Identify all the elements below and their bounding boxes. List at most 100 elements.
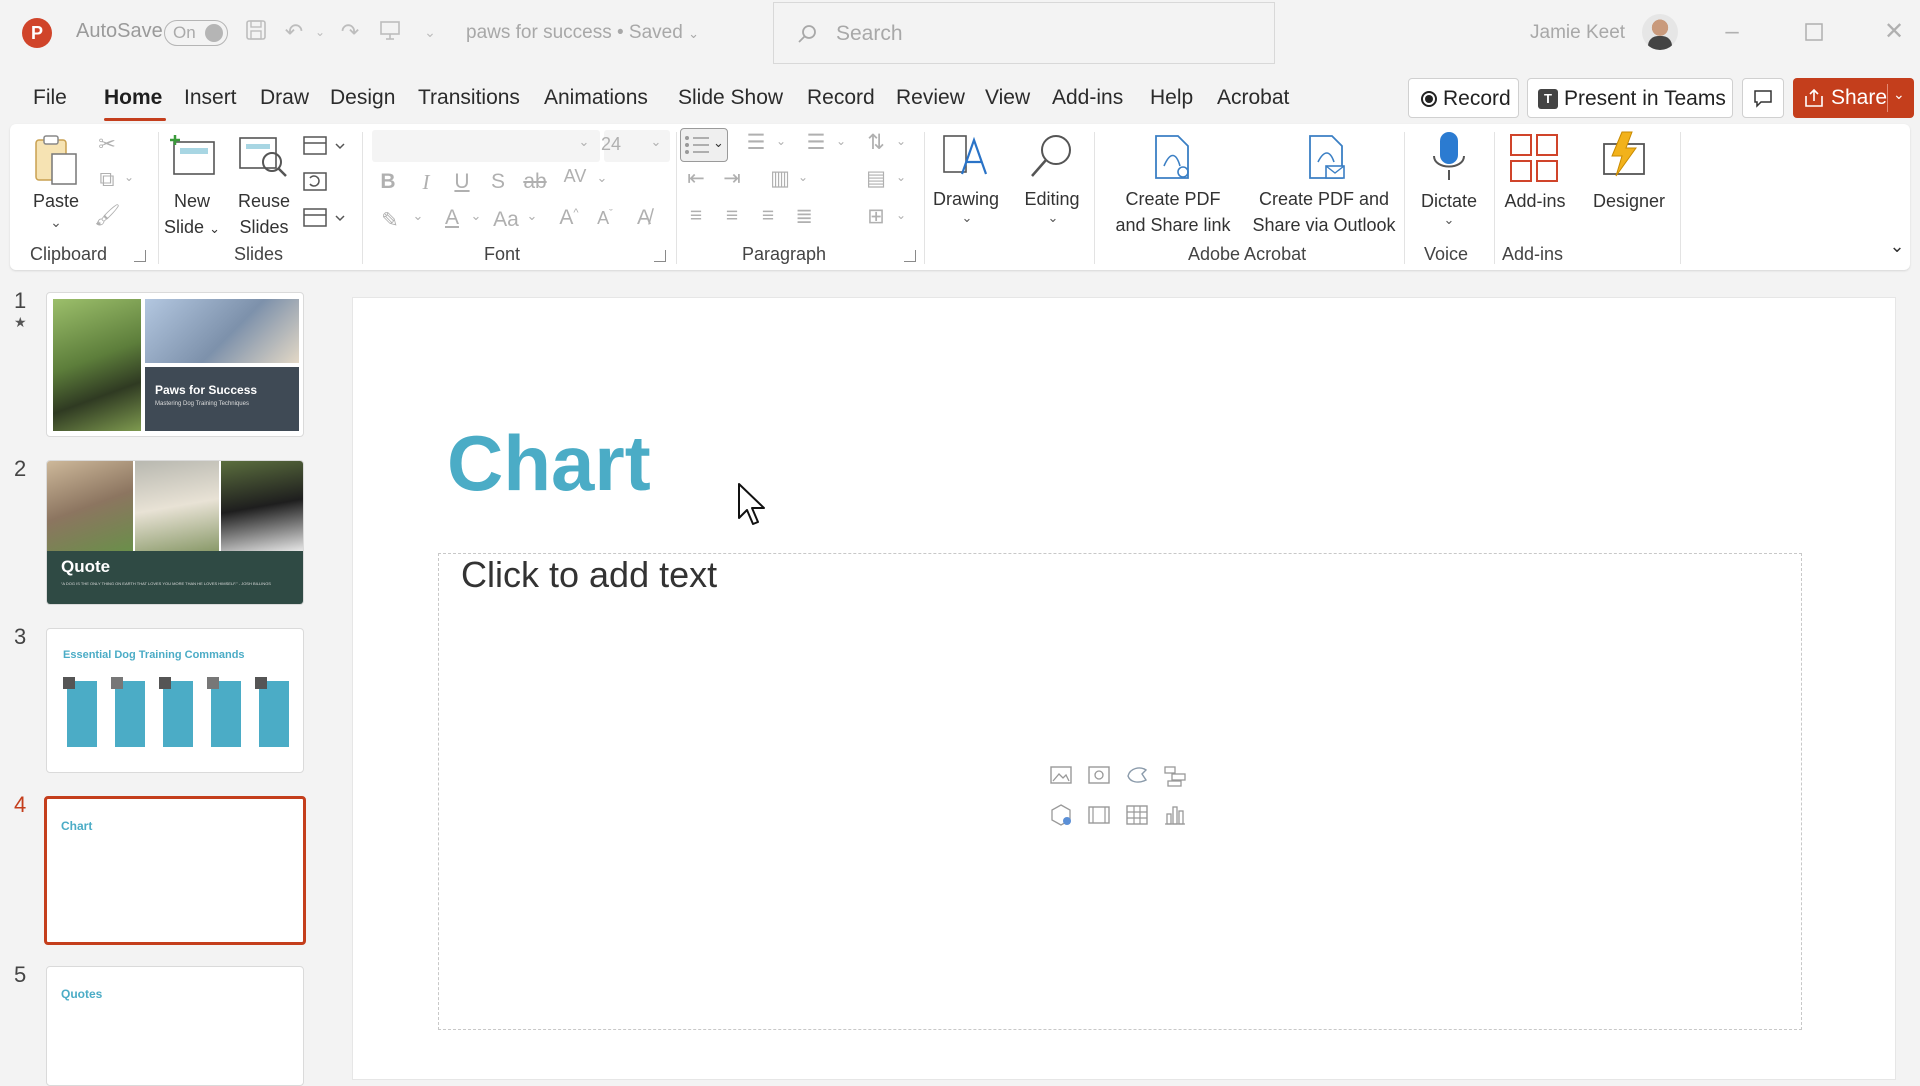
designer-label[interactable]: Designer <box>1586 188 1672 214</box>
avatar[interactable] <box>1642 14 1678 50</box>
tab-help[interactable]: Help <box>1150 86 1193 110</box>
tab-record[interactable]: Record <box>807 86 875 110</box>
editing-dropdown-icon[interactable]: ⌄ <box>1044 210 1062 226</box>
tab-slide-show[interactable]: Slide Show <box>678 86 783 110</box>
insert-3d-model-icon[interactable] <box>1048 802 1074 828</box>
tab-file[interactable]: File <box>33 86 67 110</box>
document-title[interactable]: paws for success • Saved ⌄ <box>466 22 699 44</box>
highlight-icon[interactable]: ✎ <box>376 208 404 233</box>
paste-button-label[interactable]: Paste <box>28 188 84 214</box>
paste-dropdown-icon[interactable]: ⌄ <box>46 214 66 231</box>
font-launcher-icon[interactable] <box>654 250 666 262</box>
line-spacing-dropdown-icon[interactable]: ⌄ <box>834 134 848 148</box>
align-text-icon[interactable]: ▤ <box>862 166 890 191</box>
tab-transitions[interactable]: Transitions <box>418 86 520 110</box>
autosave-toggle[interactable]: On <box>164 20 228 46</box>
strikethrough-icon[interactable]: ab <box>522 170 548 194</box>
copy-dropdown-icon[interactable]: ⌄ <box>122 170 136 184</box>
justify-icon[interactable]: ≣ <box>790 204 818 229</box>
minimize-icon[interactable]: – <box>1712 14 1752 50</box>
tab-draw[interactable]: Draw <box>260 86 309 110</box>
bold-icon[interactable]: B <box>376 170 400 194</box>
font-family-select[interactable] <box>372 130 600 162</box>
slide-thumbnail-1[interactable]: Paws for Success Mastering Dog Training … <box>46 292 304 437</box>
slide-thumbnail-4[interactable]: Chart <box>44 796 306 945</box>
increase-indent-icon[interactable]: ⇥ <box>718 166 746 191</box>
new-slide-label[interactable]: New Slide ⌄ <box>162 188 222 242</box>
align-right-icon[interactable]: ≡ <box>754 204 782 228</box>
font-color-icon[interactable]: A <box>438 206 466 230</box>
numbering-dropdown-icon[interactable]: ⌄ <box>774 134 788 148</box>
slide-thumbnail-3[interactable]: Essential Dog Training Commands <box>46 628 304 773</box>
drawing-icon[interactable] <box>940 130 992 182</box>
tab-home[interactable]: Home <box>104 86 162 110</box>
user-name[interactable]: Jamie Keet <box>1530 22 1625 44</box>
tab-review[interactable]: Review <box>896 86 965 110</box>
cut-icon[interactable]: ✂ <box>94 132 120 157</box>
drawing-dropdown-icon[interactable]: ⌄ <box>958 210 976 226</box>
insert-chart-icon[interactable] <box>1162 802 1188 828</box>
paste-icon[interactable] <box>30 132 82 188</box>
insert-icons-icon[interactable] <box>1124 762 1150 788</box>
editing-icon[interactable] <box>1026 130 1078 182</box>
font-color-dropdown-icon[interactable]: ⌄ <box>468 208 484 224</box>
slide-canvas[interactable]: Chart Click to add text <box>352 297 1896 1080</box>
tab-insert[interactable]: Insert <box>184 86 237 110</box>
text-direction-icon[interactable]: ⇅ <box>862 130 890 155</box>
drawing-label[interactable]: Drawing <box>928 186 1004 212</box>
font-size-dropdown-icon[interactable]: ⌄ <box>646 134 666 150</box>
text-direction-dropdown-icon[interactable]: ⌄ <box>894 134 908 148</box>
comments-button[interactable] <box>1742 78 1784 118</box>
insert-smartart-icon[interactable] <box>1162 762 1188 788</box>
dictate-label[interactable]: Dictate <box>1412 188 1486 214</box>
insert-picture-icon[interactable] <box>1048 762 1074 788</box>
slide-title[interactable]: Chart <box>447 418 651 509</box>
reset-icon[interactable] <box>302 170 328 194</box>
add-ins-icon[interactable] <box>1508 132 1560 184</box>
share-dropdown-icon[interactable]: ⌄ <box>1893 86 1905 103</box>
redo-icon[interactable]: ↷ <box>336 18 364 46</box>
content-placeholder[interactable]: Click to add text <box>438 553 1802 1030</box>
present-in-teams-button[interactable]: T Present in Teams <box>1527 78 1733 118</box>
reuse-slides-label[interactable]: Reuse Slides <box>232 188 296 240</box>
align-text-dropdown-icon[interactable]: ⌄ <box>894 170 908 184</box>
decrease-font-size-icon[interactable]: Aˇ <box>592 208 618 229</box>
decrease-indent-icon[interactable]: ⇤ <box>682 166 710 191</box>
columns-icon[interactable]: ▥ <box>766 166 794 191</box>
reuse-slides-icon[interactable] <box>236 132 290 182</box>
font-family-dropdown-icon[interactable]: ⌄ <box>574 134 594 150</box>
search-input[interactable]: Search <box>773 2 1275 64</box>
format-painter-icon[interactable]: 🖌 <box>94 204 121 228</box>
dictate-dropdown-icon[interactable]: ⌄ <box>1440 212 1458 228</box>
clear-formatting-icon[interactable]: A̸ <box>630 206 658 230</box>
insert-stock-images-icon[interactable] <box>1086 762 1112 788</box>
microphone-icon[interactable] <box>1428 130 1470 186</box>
text-shadow-icon[interactable]: S <box>486 170 510 194</box>
tab-design[interactable]: Design <box>330 86 395 110</box>
smartart-dropdown-icon[interactable]: ⌄ <box>894 208 908 222</box>
change-case-dropdown-icon[interactable]: ⌄ <box>524 208 540 224</box>
create-pdf-share-link-icon[interactable] <box>1150 132 1194 182</box>
paragraph-launcher-icon[interactable] <box>904 250 916 262</box>
align-center-icon[interactable]: ≡ <box>718 204 746 228</box>
customize-qat-icon[interactable]: ⌄ <box>416 18 444 46</box>
undo-dropdown-icon[interactable]: ⌄ <box>306 18 334 46</box>
underline-icon[interactable]: U <box>450 170 474 194</box>
bullets-button[interactable]: ⌄ <box>680 128 728 162</box>
close-icon[interactable]: ✕ <box>1874 14 1914 50</box>
columns-dropdown-icon[interactable]: ⌄ <box>796 170 810 184</box>
increase-font-size-icon[interactable]: A^ <box>556 206 582 230</box>
editing-label[interactable]: Editing <box>1014 186 1090 212</box>
tab-acrobat[interactable]: Acrobat <box>1217 86 1289 110</box>
change-case-icon[interactable]: Aa <box>488 208 524 232</box>
layout-icon[interactable] <box>302 134 350 158</box>
create-pdf-outlook-button[interactable]: Create PDF and Share via Outlook <box>1238 186 1410 238</box>
slide-thumbnail-2[interactable]: Quote “A DOG IS THE ONLY THING ON EARTH … <box>46 460 304 605</box>
new-slide-icon[interactable] <box>166 132 220 182</box>
character-spacing-dropdown-icon[interactable]: ⌄ <box>594 170 610 186</box>
highlight-dropdown-icon[interactable]: ⌄ <box>410 208 426 224</box>
present-icon[interactable] <box>376 18 404 46</box>
designer-icon[interactable] <box>1598 130 1652 184</box>
tab-view[interactable]: View <box>985 86 1030 110</box>
collapse-ribbon-icon[interactable]: ⌄ <box>1886 236 1908 257</box>
